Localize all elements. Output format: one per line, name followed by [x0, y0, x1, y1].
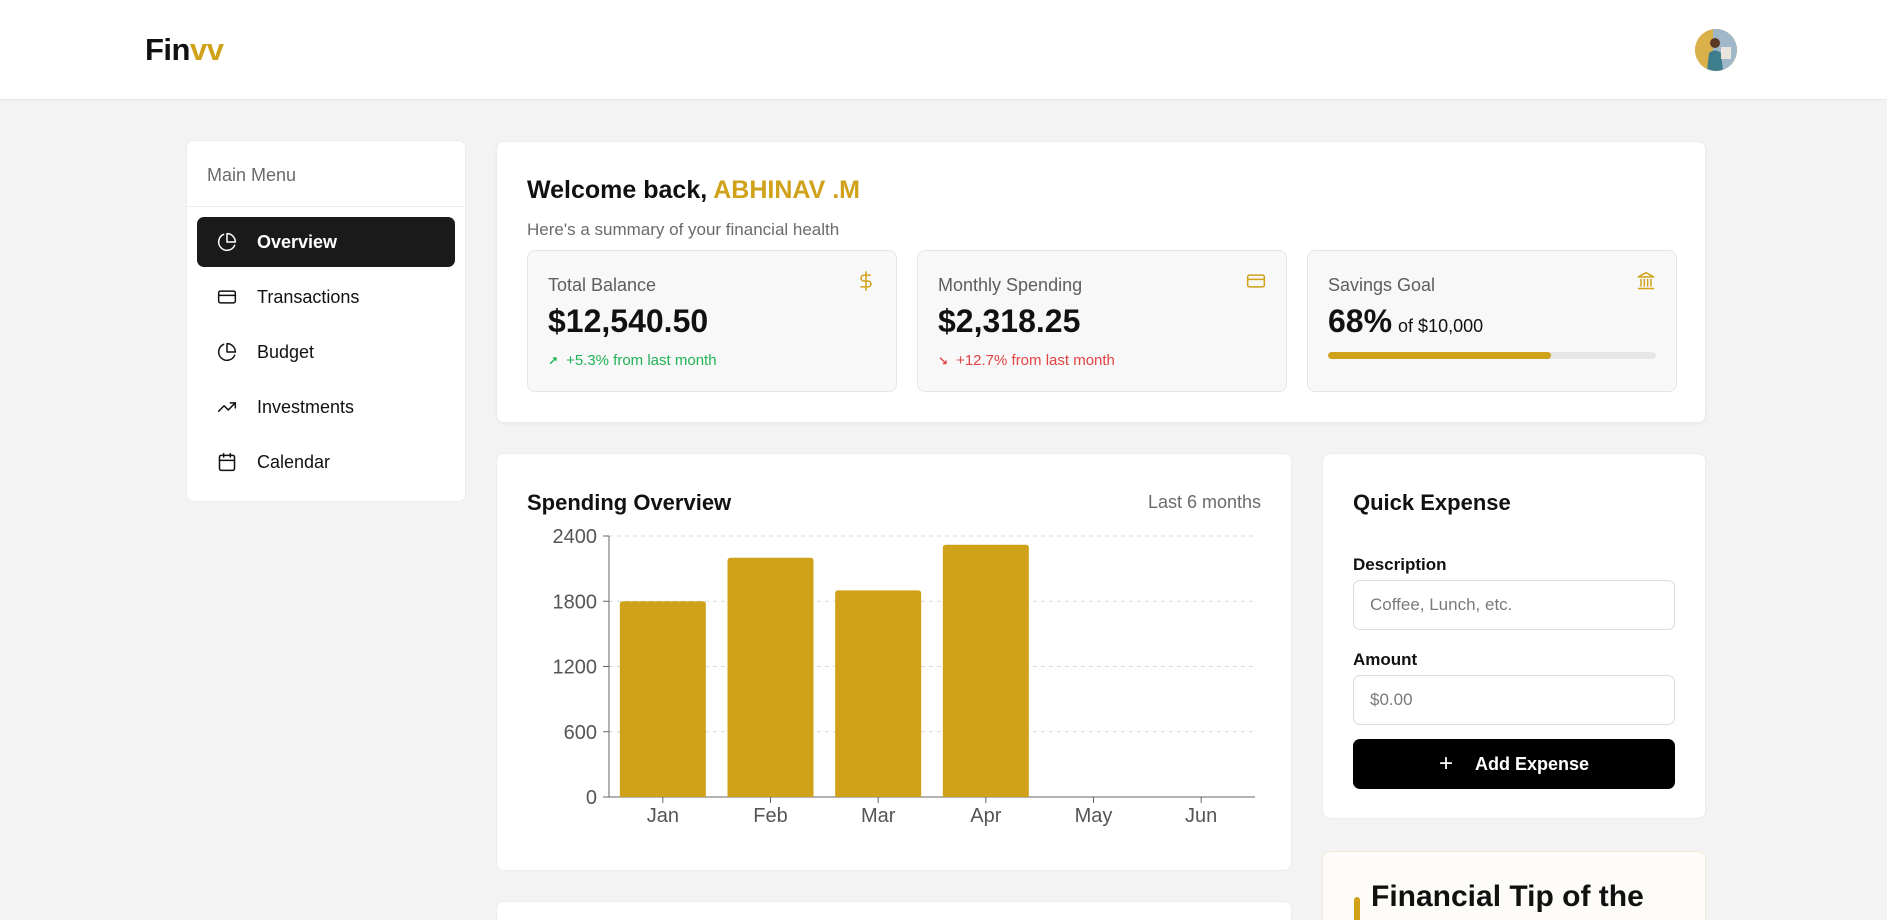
sidebar-item-label: Calendar: [257, 451, 331, 472]
arrow-down-right-icon: ↘: [938, 353, 949, 368]
sidebar-item-label: Transactions: [257, 286, 360, 307]
app-logo[interactable]: Finvv: [145, 32, 224, 68]
sidebar-item-investments[interactable]: Investments: [197, 382, 455, 432]
x-tick-label: Apr: [970, 805, 1001, 827]
stat-change: ↗ +5.3% from last month: [548, 352, 717, 369]
monthly-spending-card: Monthly Spending $2,318.25 ↘ +12.7% from …: [917, 250, 1287, 392]
quick-expense-title: Quick Expense: [1353, 490, 1511, 515]
savings-goal-card: Savings Goal 68% of $10,000: [1307, 250, 1677, 392]
welcome-greeting: Welcome back,: [527, 176, 708, 204]
user-avatar[interactable]: [1695, 29, 1737, 71]
x-tick-label: Mar: [861, 805, 896, 827]
add-expense-label: Add Expense: [1474, 753, 1590, 774]
financial-tip-card: Financial Tip of the Day: [1322, 851, 1706, 920]
stat-change-text: +12.7% from last month: [956, 352, 1115, 369]
spending-overview-card: Spending Overview Last 6 months 0 600 1200…: [496, 453, 1292, 871]
sidebar-item-transactions[interactable]: Transactions: [197, 272, 455, 322]
sidebar: Main Menu Overview Transactions Budget I…: [186, 140, 466, 502]
amount-label: Amount: [1353, 650, 1418, 669]
savings-percent: 68%: [1328, 303, 1393, 339]
y-tick-label: 1800: [553, 591, 598, 613]
welcome-card: Welcome back, ABHINAV .M Here's a summar…: [496, 141, 1706, 423]
amount-input[interactable]: [1353, 675, 1675, 725]
arrow-up-right-icon: ↗: [548, 353, 559, 368]
credit-card-icon: [1246, 271, 1266, 291]
bar-apr: [942, 544, 1029, 797]
bank-icon: [1636, 271, 1656, 291]
stat-label: Monthly Spending: [938, 275, 1083, 295]
welcome-subtitle: Here's a summary of your financial healt…: [527, 220, 840, 239]
pie-chart-icon: [217, 342, 237, 362]
secondary-card: [496, 901, 1292, 920]
pie-chart-icon: [217, 232, 237, 252]
add-expense-button[interactable]: + Add Expense: [1353, 739, 1675, 789]
y-tick-label: 2400: [553, 526, 598, 548]
stat-change-text: +5.3% from last month: [566, 352, 717, 369]
stat-value: $2,318.25: [938, 303, 1081, 339]
bar-feb: [727, 557, 814, 797]
dollar-icon: [856, 271, 876, 291]
x-tick-label: Feb: [753, 805, 787, 827]
welcome-title: Welcome back, ABHINAV .M: [527, 176, 860, 205]
top-header: Finvv: [0, 0, 1887, 100]
tip-title: Financial Tip of the Day: [1371, 880, 1644, 920]
total-balance-card: Total Balance $12,540.50 ↗ +5.3% from las…: [527, 250, 897, 392]
y-tick-label: 0: [586, 787, 597, 809]
description-label: Description: [1353, 555, 1447, 574]
savings-progress-bar: [1328, 352, 1656, 359]
bar-jan: [619, 601, 706, 797]
x-tick-label: May: [1075, 805, 1113, 827]
sidebar-item-budget[interactable]: Budget: [197, 327, 455, 377]
sidebar-title: Main Menu: [187, 141, 465, 207]
stat-change: ↘ +12.7% from last month: [938, 352, 1115, 369]
sidebar-nav: Overview Transactions Budget Investments…: [187, 207, 465, 487]
stat-label: Savings Goal: [1328, 275, 1436, 295]
sidebar-item-calendar[interactable]: Calendar: [197, 437, 455, 487]
description-input[interactable]: [1353, 580, 1675, 630]
spending-bar-chart: 0 600 1200 1800 2400 Jan Feb Mar Apr May Jun: [553, 526, 1255, 827]
quick-expense-card: Quick Expense Description Amount + Add Ex…: [1322, 453, 1706, 819]
calendar-icon: [217, 452, 237, 472]
credit-card-icon: [217, 287, 237, 307]
y-tick-label: 600: [564, 722, 597, 744]
bar-mar: [835, 590, 922, 797]
logo-accent: vv: [190, 32, 224, 67]
user-name: ABHINAV .M: [713, 176, 860, 204]
stat-value: $12,540.50: [548, 303, 709, 339]
tip-accent-bar: [1354, 897, 1360, 920]
y-tick-label: 1200: [553, 657, 598, 679]
plus-icon: +: [1438, 750, 1453, 777]
logo-main: Fin: [145, 32, 191, 67]
x-tick-label: Jan: [647, 805, 679, 827]
trending-up-icon: [217, 397, 237, 417]
savings-progress-fill: [1328, 352, 1552, 359]
x-tick-label: Jun: [1185, 805, 1217, 827]
sidebar-item-label: Overview: [257, 231, 338, 252]
sidebar-item-label: Budget: [257, 341, 315, 362]
savings-target: of $10,000: [1398, 316, 1484, 336]
sidebar-item-overview[interactable]: Overview: [197, 217, 455, 267]
stat-label: Total Balance: [548, 275, 657, 295]
stat-value: 68% of $10,000: [1328, 303, 1483, 340]
sidebar-item-label: Investments: [257, 396, 355, 417]
